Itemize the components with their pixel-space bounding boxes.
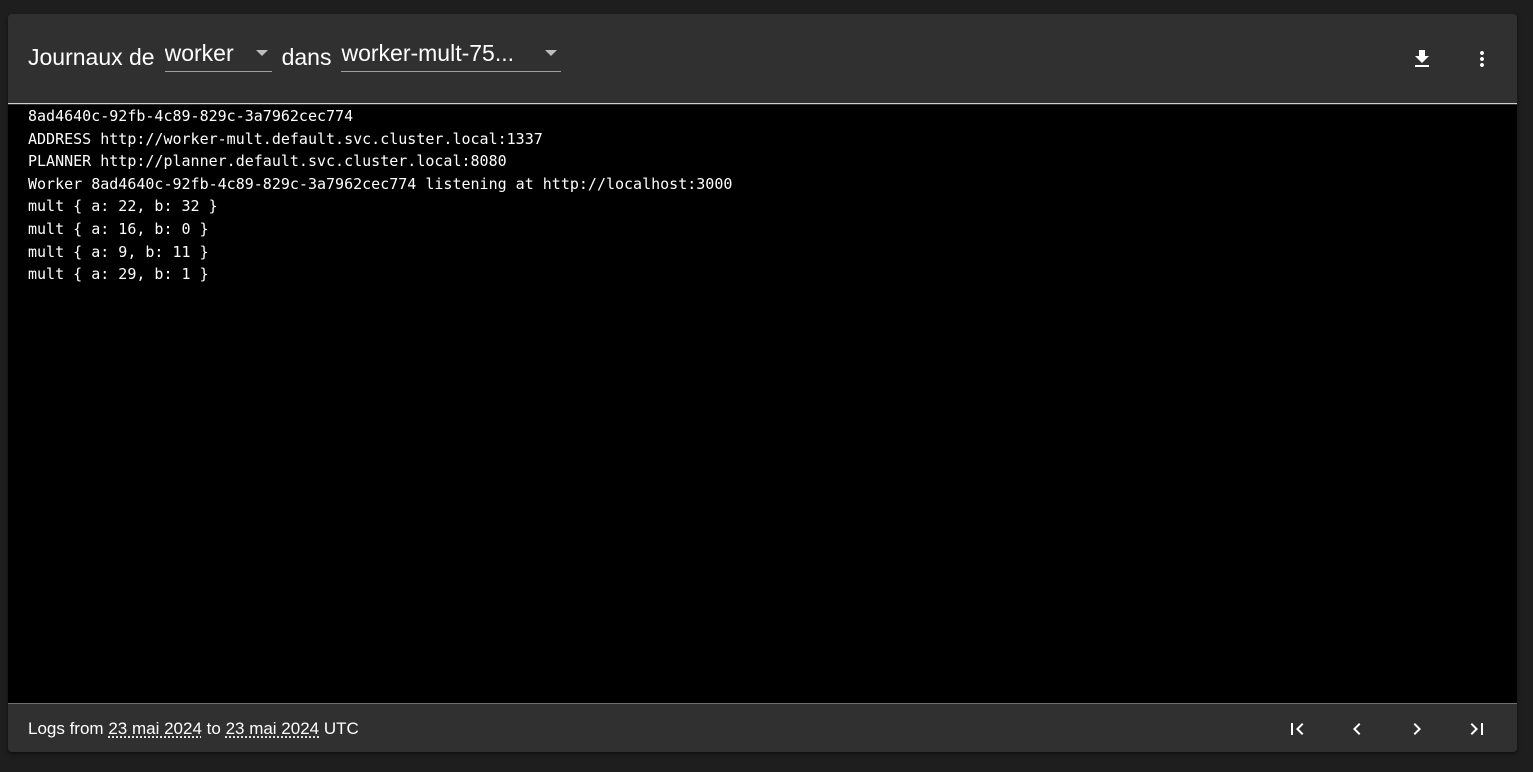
log-from-date: 23 mai 2024 (108, 718, 202, 738)
toolbar-separator: dans (281, 44, 332, 70)
chevron-down-icon (255, 49, 268, 56)
first-page-button[interactable] (1277, 709, 1317, 749)
download-icon (1415, 50, 1429, 67)
container-select-value: worker (164, 40, 234, 66)
logs-footer: Logs from 23 mai 2024 to 23 mai 2024 UTC (8, 705, 1517, 752)
download-button[interactable] (1402, 39, 1442, 79)
chevron-right-icon (1413, 723, 1421, 735)
more-vert-icon (1480, 51, 1484, 67)
log-line: mult { a: 16, b: 0 } (28, 219, 209, 238)
container-select[interactable]: worker (164, 40, 272, 72)
last-page-button[interactable] (1457, 709, 1497, 749)
log-pager (1257, 709, 1497, 749)
chevron-left-icon (1353, 723, 1361, 735)
log-line: PLANNER http://planner.default.svc.clust… (28, 152, 507, 171)
previous-page-button[interactable] (1337, 709, 1377, 749)
logs-card: Journaux de worker dans worker-mult-75..… (8, 14, 1517, 752)
log-range-suffix: UTC (323, 718, 359, 738)
log-to-date: 23 mai 2024 (225, 718, 320, 738)
log-line: mult { a: 9, b: 11 } (28, 242, 209, 261)
log-output[interactable]: 8ad4640c-92fb-4c89-829c-3a7962cec774 ADD… (8, 105, 1517, 704)
toolbar-actions (1402, 14, 1517, 104)
log-line: mult { a: 22, b: 32 } (28, 197, 218, 216)
pod-select-value: worker-mult-75... (341, 40, 515, 66)
log-range-text: Logs from 23 mai 2024 to 23 mai 2024 UTC (28, 719, 359, 739)
next-page-button[interactable] (1397, 709, 1437, 749)
log-line: Worker 8ad4640c-92fb-4c89-829c-3a7962cec… (28, 174, 733, 193)
log-line: ADDRESS http://worker-mult.default.svc.c… (28, 129, 543, 148)
log-line: 8ad4640c-92fb-4c89-829c-3a7962cec774 (28, 107, 354, 125)
toolbar-title: Journaux de (28, 44, 155, 70)
more-options-button[interactable] (1462, 39, 1502, 79)
logs-toolbar: Journaux de worker dans worker-mult-75..… (8, 14, 1517, 104)
chevron-down-icon (545, 49, 558, 56)
log-line: mult { a: 29, b: 1 } (28, 265, 209, 284)
first-page-icon (1291, 723, 1304, 735)
last-page-icon (1470, 723, 1483, 735)
log-range-connector: to (206, 718, 221, 738)
pod-select[interactable]: worker-mult-75... (341, 40, 562, 72)
log-range-prefix: Logs from (28, 718, 104, 738)
